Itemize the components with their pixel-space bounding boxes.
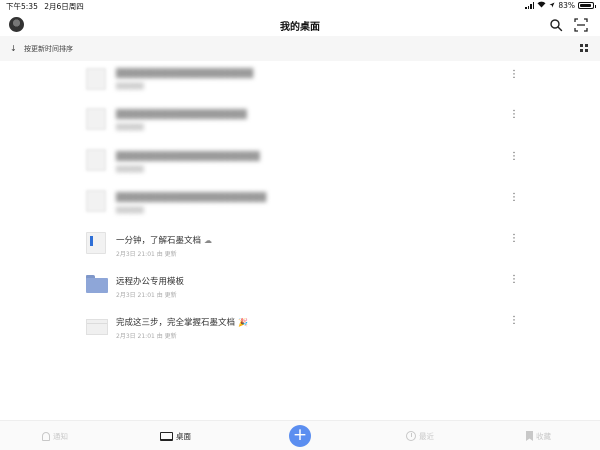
more-options-icon[interactable]: ⋮ [509,193,519,203]
status-time-text: 下午5:35 [6,2,38,11]
search-icon [550,19,563,32]
signal-icon [525,2,535,9]
template-icon [86,319,108,335]
list-item[interactable]: 完成这三步，完全掌握石墨文档 🎉 2月3日 21:01 由 更新 ⋮ [0,306,600,346]
page-title: 我的桌面 [280,22,320,33]
file-name: ████████████████████ [116,110,247,120]
more-options-icon[interactable]: ⋮ [509,110,519,120]
status-time: 下午5:35 2月6日周四 [6,1,84,12]
file-meta: 2月3日 21:01 由 更新 [116,251,177,258]
cloud-icon: ☁ [204,236,213,245]
file-name-text: 完成这三步，完全掌握石墨文档 [116,318,236,328]
sort-bar: ↓ 按更新时间排序 [0,36,600,61]
party-icon: 🎉 [238,318,248,327]
wifi-icon [537,1,546,10]
tab-notify[interactable]: 通知 [42,429,68,443]
battery-icon [578,2,596,9]
list-item[interactable]: █████████████████████ ██████ ⋮ [0,61,600,101]
sort-label[interactable]: 按更新时间排序 [24,44,73,54]
file-name-text: 一分钟，了解石墨文档 [116,236,202,246]
status-indicators: 83% [525,1,596,10]
bookmark-icon [526,431,533,441]
tab-notify-label: 通知 [53,431,68,441]
document-icon [86,108,106,130]
tab-desktop[interactable]: 桌面 [160,429,191,443]
scan-icon [574,18,588,32]
nav-bar: 我的桌面 [0,12,600,36]
more-options-icon[interactable]: ⋮ [509,152,519,162]
file-meta: ██████ [116,166,144,173]
list-item[interactable]: ████████████████████ ██████ ⋮ [0,101,600,141]
document-icon [86,68,106,90]
document-icon [86,149,106,171]
location-icon [549,1,555,10]
file-name: █████████████████████ [116,69,254,79]
file-name: ██████████████████████ [116,152,260,162]
file-name: 一分钟，了解石墨文档 ☁ [116,234,212,246]
file-meta: ██████ [116,207,144,214]
more-options-icon[interactable]: ⋮ [509,275,519,285]
grid-view-icon [580,44,583,47]
document-icon [86,190,106,212]
bell-icon [42,431,50,441]
grid-view-button[interactable] [580,44,588,52]
tab-recent-label: 最近 [419,431,434,441]
sort-arrow-icon[interactable]: ↓ [10,44,17,53]
scan-button[interactable] [574,17,588,32]
tab-bar: 通知 桌面 + 最近 收藏 [0,420,600,450]
file-name: 完成这三步，完全掌握石墨文档 🎉 [116,316,248,328]
search-button[interactable] [549,17,563,32]
tab-recent[interactable]: 最近 [406,429,434,443]
list-item[interactable]: ███████████████████████ ██████ ⋮ [0,183,600,223]
file-meta: ██████ [116,124,144,131]
tab-favorites-label: 收藏 [536,431,551,441]
more-options-icon[interactable]: ⋮ [509,316,519,326]
add-button[interactable]: + [289,425,311,447]
desktop-icon [160,431,173,441]
status-date-text: 2月6日周四 [44,2,84,11]
list-item[interactable]: 一分钟，了解石墨文档 ☁ 2月3日 21:01 由 更新 ⋮ [0,224,600,264]
file-name: ███████████████████████ [116,193,267,203]
list-item[interactable]: ██████████████████████ ██████ ⋮ [0,142,600,182]
file-name: 远程办公专用模板 [116,277,185,287]
list-item[interactable]: 远程办公专用模板 2月3日 21:01 由 更新 ⋮ [0,265,600,305]
more-options-icon[interactable]: ⋮ [509,234,519,244]
file-meta: 2月3日 21:01 由 更新 [116,333,177,340]
battery-percent: 83% [558,1,575,10]
file-meta: 2月3日 21:01 由 更新 [116,292,177,299]
tab-desktop-label: 桌面 [176,431,191,441]
tab-favorites[interactable]: 收藏 [526,429,551,443]
more-options-icon[interactable]: ⋮ [509,70,519,80]
folder-icon [86,275,108,293]
file-meta: ██████ [116,83,144,90]
document-icon [86,232,106,254]
clock-icon [406,431,416,441]
status-bar: 下午5:35 2月6日周四 83% [0,0,600,12]
